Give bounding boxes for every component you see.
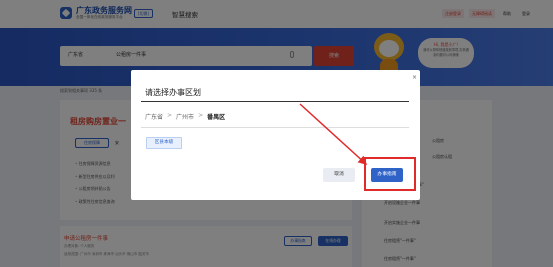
chevron-right-icon: > (198, 112, 204, 119)
chevron-right-icon: > (167, 112, 173, 119)
region-district[interactable]: 番禺区 (207, 112, 225, 121)
region-province[interactable]: 广东省 (145, 112, 163, 121)
district-level-option[interactable]: 区县本级 (146, 137, 182, 149)
region-breadcrumb: 广东省 > 广州市 > 番禺区 (145, 112, 225, 121)
cancel-button[interactable]: 取消 (323, 168, 355, 182)
title-divider (141, 101, 409, 102)
dialog-title: 请选择办事区划 (145, 88, 201, 97)
close-icon[interactable]: × (412, 75, 417, 81)
path-divider (141, 127, 409, 128)
region-city[interactable]: 广州市 (176, 112, 194, 121)
highlight-box (364, 157, 416, 191)
